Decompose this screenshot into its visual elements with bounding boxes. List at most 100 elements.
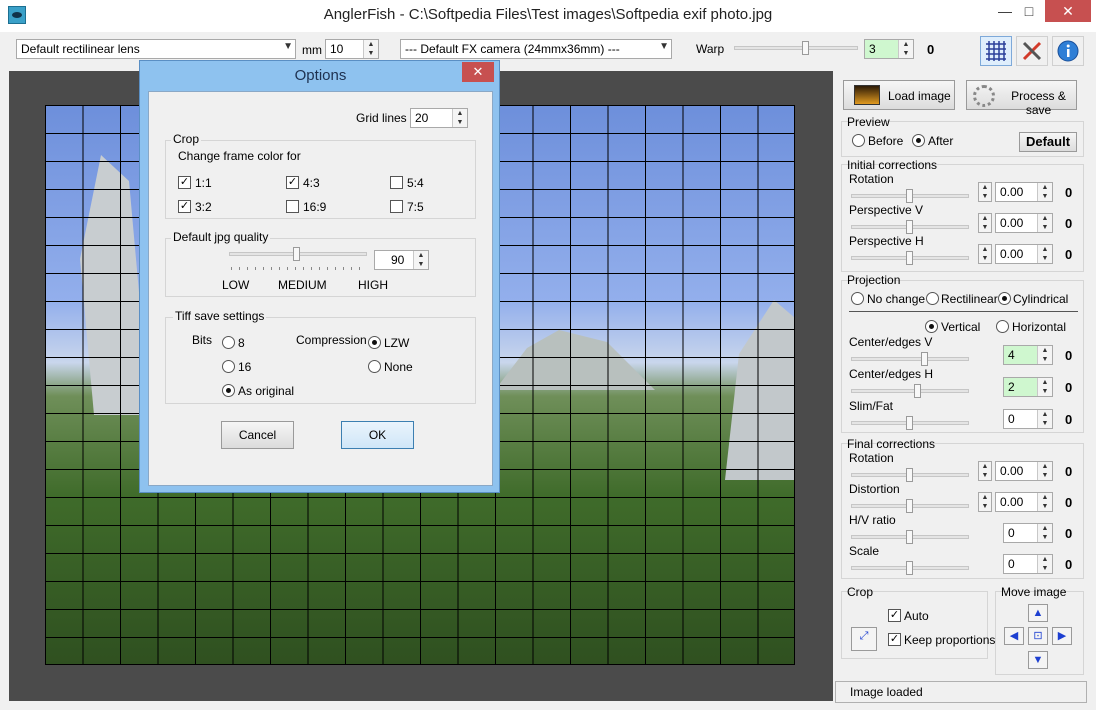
perspective-h-slider-thumb[interactable] [906, 251, 913, 265]
vertical-radio[interactable] [925, 320, 938, 333]
mm-spinbox[interactable]: 10 ▲ ▼ [325, 39, 379, 59]
center-edges-h-slider-track[interactable] [851, 389, 969, 393]
ok-button[interactable]: OK [341, 421, 414, 449]
projection-no-change-radio[interactable] [851, 292, 864, 305]
dialog-close-button[interactable]: ✕ [462, 62, 494, 82]
warp-readout: 0 [927, 42, 935, 57]
load-image-button[interactable]: Load image [843, 80, 955, 110]
center-edges-h-slider-thumb[interactable] [914, 384, 921, 398]
rotation-spinbox[interactable]: 0.00 ▲ ▼ [995, 461, 1053, 481]
center-edges-v-spin-buttons[interactable]: ▲ ▼ [1037, 346, 1052, 364]
jpg-quality-slider-thumb[interactable] [293, 247, 300, 261]
center-edges-v-slider-track[interactable] [851, 357, 969, 361]
preview-after-radio[interactable] [912, 134, 925, 147]
projection-cylindrical-radio[interactable] [998, 292, 1011, 305]
move-up-button[interactable]: ▲ [1028, 604, 1048, 622]
warp-spinbox[interactable]: 3 ▲ ▼ [864, 39, 914, 59]
grid-lines-spin-buttons[interactable]: ▲ ▼ [452, 109, 467, 127]
ratio-5-4-checkbox[interactable] [390, 176, 403, 189]
scale-spin-buttons[interactable]: ▲ ▼ [1037, 555, 1052, 573]
h-v-ratio-spinbox[interactable]: 0 ▲ ▼ [1003, 523, 1053, 543]
bits-16-radio[interactable] [222, 360, 235, 373]
center-edges-v-spinbox[interactable]: 4 ▲ ▼ [1003, 345, 1053, 365]
move-left-button[interactable]: ◀ [1004, 627, 1024, 645]
slim-fat-spinbox[interactable]: 0 ▲ ▼ [1003, 409, 1053, 429]
center-edges-h-spin-buttons[interactable]: ▲ ▼ [1037, 378, 1052, 396]
ratio-7-5-checkbox[interactable] [390, 200, 403, 213]
scale-slider-thumb[interactable] [906, 561, 913, 575]
perspective-h-coarse-spin[interactable]: ▲ ▼ [978, 244, 992, 264]
compression-none-radio[interactable] [368, 360, 381, 373]
warp-slider-track[interactable] [734, 46, 858, 50]
bits-8-radio[interactable] [222, 336, 235, 349]
slim-fat-slider-thumb[interactable] [906, 416, 913, 430]
close-window-button[interactable]: ✕ [1045, 0, 1091, 22]
rotation-spin-buttons[interactable]: ▲ ▼ [1037, 183, 1052, 201]
distortion-spin-buttons[interactable]: ▲ ▼ [1037, 493, 1052, 511]
lens-select[interactable]: Default rectilinear lens ▼ [16, 39, 296, 59]
distortion-coarse-spin[interactable]: ▲ ▼ [978, 492, 992, 512]
perspective-v-slider-thumb[interactable] [906, 220, 913, 234]
jpg-quality-value: 90 [391, 253, 405, 267]
h-v-ratio-label: H/V ratio [849, 513, 896, 527]
h-v-ratio-slider-thumb[interactable] [906, 530, 913, 544]
ratio-16-9-checkbox[interactable] [286, 200, 299, 213]
rotation-spin-buttons[interactable]: ▲ ▼ [1037, 462, 1052, 480]
perspective-v-spinbox[interactable]: 0.00 ▲ ▼ [995, 213, 1053, 233]
perspective-v-spin-buttons[interactable]: ▲ ▼ [1037, 214, 1052, 232]
rotation-coarse-spin[interactable]: ▲ ▼ [978, 461, 992, 481]
perspective-h-spin-buttons[interactable]: ▲ ▼ [1037, 245, 1052, 263]
ratio-16-9-label: 16:9 [303, 200, 327, 214]
move-center-button[interactable]: ⊡ [1028, 627, 1048, 645]
process-save-button[interactable]: Process & save [966, 80, 1077, 117]
scale-spinbox[interactable]: 0 ▲ ▼ [1003, 554, 1053, 574]
grid-toggle-button[interactable] [980, 36, 1012, 66]
crop-fit-button[interactable]: ⤢ [851, 627, 877, 651]
ratio-3-2-checkbox[interactable]: ✓ [178, 200, 191, 213]
warp-spin-buttons[interactable]: ▲ ▼ [898, 40, 913, 58]
jpg-quality-spinbox[interactable]: 90 ▲ ▼ [374, 250, 429, 270]
info-button[interactable] [1052, 36, 1084, 66]
rotation-coarse-spin[interactable]: ▲ ▼ [978, 182, 992, 202]
tools-button[interactable] [1016, 36, 1048, 66]
horizontal-radio[interactable] [996, 320, 1009, 333]
ratio-3-2-label: 3:2 [195, 200, 212, 214]
ratio-4-3-checkbox[interactable]: ✓ [286, 176, 299, 189]
center-edges-h-spinbox[interactable]: 2 ▲ ▼ [1003, 377, 1053, 397]
center-edges-v-slider-thumb[interactable] [921, 352, 928, 366]
distortion-spinbox[interactable]: 0.00 ▲ ▼ [995, 492, 1053, 512]
rotation-spinbox[interactable]: 0.00 ▲ ▼ [995, 182, 1053, 202]
preview-before-radio[interactable] [852, 134, 865, 147]
default-button[interactable]: Default [1019, 132, 1077, 152]
perspective-v-value: 0.00 [1000, 216, 1024, 230]
bits-original-label: As original [238, 384, 295, 398]
compression-lzw-radio[interactable] [368, 336, 381, 349]
grid-lines-spinbox[interactable]: 20 ▲ ▼ [410, 108, 468, 128]
distortion-slider-thumb[interactable] [906, 499, 913, 513]
h-v-ratio-spin-buttons[interactable]: ▲ ▼ [1037, 524, 1052, 542]
keep-proportions-checkbox[interactable]: ✓ [888, 633, 901, 646]
jpg-quality-spin-buttons[interactable]: ▲ ▼ [413, 251, 428, 269]
ratio-5-4-label: 5:4 [407, 176, 424, 190]
info-icon [1057, 40, 1079, 62]
move-down-button[interactable]: ▼ [1028, 651, 1048, 669]
bits-original-radio[interactable] [222, 384, 235, 397]
rotation-slider-thumb[interactable] [906, 189, 913, 203]
slim-fat-spin-buttons[interactable]: ▲ ▼ [1037, 410, 1052, 428]
ratio-1-1-checkbox[interactable]: ✓ [178, 176, 191, 189]
perspective-v-coarse-spin[interactable]: ▲ ▼ [978, 213, 992, 233]
warp-slider-thumb[interactable] [802, 41, 809, 55]
crop-auto-checkbox[interactable]: ✓ [888, 609, 901, 622]
projection-cylindrical-label: Cylindrical [1013, 292, 1069, 306]
jpg-low-label: LOW [222, 278, 250, 292]
cancel-button[interactable]: Cancel [221, 421, 294, 449]
rotation-label: Rotation [849, 172, 894, 186]
preview-legend: Preview [847, 115, 890, 129]
move-right-button[interactable]: ▶ [1052, 627, 1072, 645]
projection-rectilinear-radio[interactable] [926, 292, 939, 305]
perspective-h-label: Perspective H [849, 234, 924, 248]
rotation-slider-thumb[interactable] [906, 468, 913, 482]
perspective-h-spinbox[interactable]: 0.00 ▲ ▼ [995, 244, 1053, 264]
mm-spin-buttons[interactable]: ▲ ▼ [363, 40, 378, 58]
camera-select[interactable]: --- Default FX camera (24mmx36mm) --- ▼ [400, 39, 672, 59]
